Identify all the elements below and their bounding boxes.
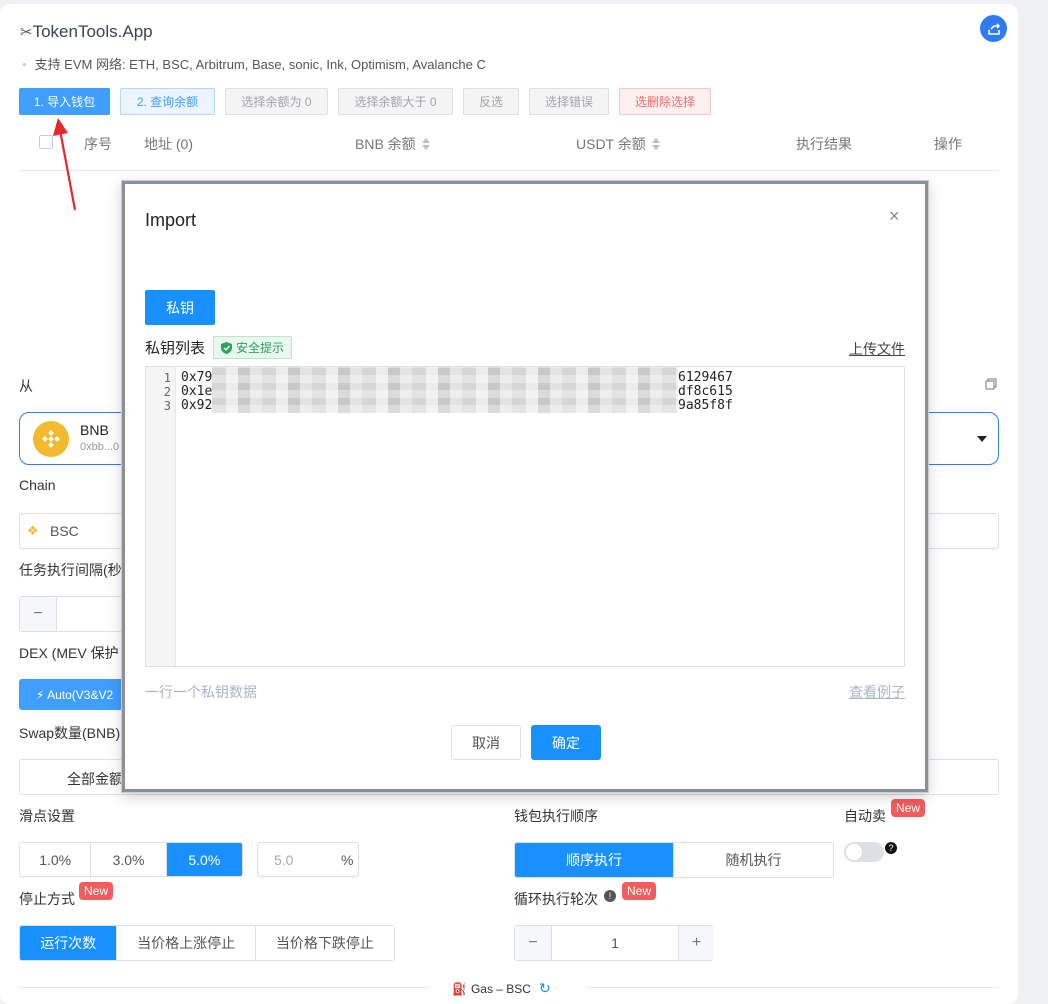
gas-divider-right	[587, 987, 999, 988]
gas-pump-icon: ⛽	[452, 981, 467, 996]
loop-rounds-label: 循环执行轮次	[514, 891, 598, 907]
auto-sell-label: 自动卖	[844, 808, 886, 824]
bsc-icon: ❖	[27, 523, 39, 538]
upload-file-link[interactable]: 上传文件	[849, 339, 905, 359]
table-divider	[19, 170, 999, 171]
private-key-list-label: 私钥列表	[145, 340, 206, 357]
line-number: 2	[163, 385, 171, 399]
from-label: 从	[19, 378, 33, 394]
slippage-option[interactable]: 1.0%	[20, 843, 92, 876]
slippage-custom-input[interactable]: 5.0 %	[257, 842, 359, 877]
info-icon[interactable]: !	[604, 890, 616, 902]
order-random-option[interactable]: 随机执行	[674, 843, 833, 877]
close-icon[interactable]: ×	[889, 206, 900, 227]
chain-value: BSC	[50, 523, 79, 539]
gas-divider-left	[19, 987, 429, 988]
one-key-per-line-hint: 一行一个私钥数据	[145, 684, 257, 700]
key-line-start: 0x79	[181, 370, 213, 385]
percent-suffix: %	[341, 852, 354, 868]
sort-icon[interactable]	[651, 138, 660, 150]
key-line-start: 0x92	[181, 398, 213, 413]
slippage-label: 滑点设置	[19, 808, 75, 824]
column-index: 序号	[84, 136, 112, 152]
stop-mode-selector: 运行次数 当价格上涨停止 当价格下跌停止	[19, 925, 395, 961]
slippage-option-selected[interactable]: 5.0%	[166, 843, 242, 876]
invert-selection-button[interactable]: 反选	[463, 88, 519, 115]
gas-info: ⛽ Gas – BSC ↻	[452, 980, 551, 997]
copy-icon[interactable]	[985, 377, 997, 390]
swap-amount-label: Swap数量(BNB)	[19, 725, 121, 741]
app-title: ✂TokenTools.App	[20, 22, 153, 41]
help-icon[interactable]: ?	[885, 842, 897, 854]
import-dialog: Import × 私钥 私钥列表 安全提示 上传文件 1 2 3 0x79 0x…	[122, 181, 928, 792]
stop-price-down-option[interactable]: 当价格下跌停止	[255, 926, 394, 960]
stop-by-count-option[interactable]: 运行次数	[20, 926, 118, 960]
line-number: 3	[163, 399, 171, 413]
stop-price-up-option[interactable]: 当价格上涨停止	[117, 926, 256, 960]
plus-icon[interactable]: +	[678, 926, 714, 960]
import-wallet-button[interactable]: 1. 导入钱包	[19, 88, 110, 115]
auto-sell-toggle[interactable]	[844, 842, 884, 862]
bnb-logo-icon	[33, 421, 69, 457]
loop-rounds-value[interactable]: 1	[552, 935, 678, 951]
key-line-end: 6129467	[678, 370, 733, 385]
minus-icon[interactable]: −	[20, 597, 57, 631]
order-label: 钱包执行顺序	[514, 808, 598, 824]
supported-networks: • 支持 EVM 网络: ETH, BSC, Arbitrum, Base, so…	[22, 57, 486, 72]
line-number: 1	[163, 371, 171, 385]
dex-auto-option[interactable]: ⚡ Auto(V3&V2	[19, 679, 139, 710]
cancel-button[interactable]: 取消	[451, 725, 521, 760]
security-tip-badge[interactable]: 安全提示	[213, 336, 293, 359]
private-key-editor[interactable]: 1 2 3 0x79 0x1e 0x92 6129467 df8c615 9a8…	[145, 366, 905, 667]
new-badge: New	[622, 882, 657, 900]
column-address: 地址 (0)	[144, 136, 193, 152]
annotation-arrow	[53, 118, 77, 211]
confirm-button[interactable]: 确定	[531, 725, 601, 760]
column-result: 执行结果	[796, 136, 852, 152]
share-button[interactable]	[980, 15, 1007, 42]
minus-icon[interactable]: −	[515, 926, 552, 960]
view-example-link[interactable]: 查看例子	[849, 682, 905, 702]
dialog-title: Import	[145, 210, 197, 230]
share-icon	[987, 22, 1000, 35]
redacted-pixelation-overlay	[212, 367, 678, 413]
key-line-start: 0x1e	[181, 384, 213, 399]
column-action: 操作	[934, 136, 962, 152]
interval-label: 任务执行间隔(秒	[19, 562, 122, 578]
delete-selected-button[interactable]: 选删除选择	[619, 88, 711, 115]
select-error-button[interactable]: 选择错误	[529, 88, 609, 115]
token-address: 0xbb...0	[80, 441, 120, 453]
chevron-down-icon	[977, 436, 987, 442]
line-number-gutter: 1 2 3	[146, 367, 176, 666]
new-badge: New	[891, 799, 926, 817]
key-line-end: df8c615	[678, 384, 733, 399]
dex-label: DEX (MEV 保护	[19, 645, 119, 661]
order-sequential-option[interactable]: 顺序执行	[515, 843, 674, 877]
sort-icon[interactable]	[421, 138, 430, 150]
order-selector: 顺序执行 随机执行	[514, 842, 834, 878]
key-line-end: 9a85f8f	[678, 398, 733, 413]
chain-label: Chain	[19, 477, 56, 493]
column-usdt-balance[interactable]: USDT 余额	[576, 134, 660, 154]
select-positive-balance-button[interactable]: 选择余额大于 0	[338, 88, 453, 115]
tab-private-key[interactable]: 私钥	[145, 290, 215, 325]
token-name: BNB	[80, 422, 109, 438]
tools-icon: ✂	[20, 24, 33, 41]
select-zero-balance-button[interactable]: 选择余额为 0	[225, 88, 328, 115]
query-balance-button[interactable]: 2. 查询余额	[120, 88, 215, 115]
shield-check-icon	[221, 341, 232, 354]
new-badge: New	[79, 882, 114, 900]
column-bnb-balance[interactable]: BNB 余额	[355, 134, 430, 154]
loop-rounds-stepper: − 1 +	[514, 925, 714, 961]
slippage-option[interactable]: 3.0%	[91, 843, 167, 876]
slippage-selector: 1.0% 3.0% 5.0%	[19, 842, 243, 877]
refresh-icon[interactable]: ↻	[539, 980, 551, 997]
stop-mode-label: 停止方式	[19, 891, 75, 907]
all-amount-option[interactable]: 全部金额	[67, 769, 123, 789]
